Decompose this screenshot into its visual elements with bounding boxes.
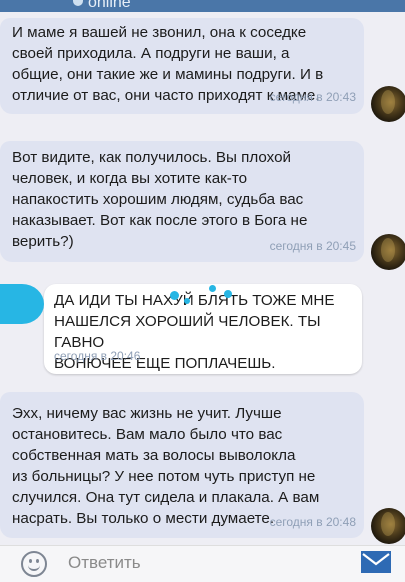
redaction-blob (224, 290, 232, 298)
message-text: Эхх, ничему вас жизнь не учит. Лучше ост… (12, 405, 320, 527)
avatar[interactable] (371, 86, 405, 122)
redaction-blob (209, 285, 216, 292)
android-icon (73, 0, 83, 6)
avatar[interactable] (371, 508, 405, 544)
header-bar: online (0, 0, 405, 12)
outgoing-message[interactable]: ДА ИДИ ТЫ НАХУЙ БЛЯТЬ ТОЖЕ МНЕ НАШЕЛСЯ Х… (44, 284, 362, 374)
incoming-message[interactable]: И маме я вашей не звонил, она к соседке … (0, 18, 364, 114)
message-time: сегодня в 20:46 (54, 349, 141, 363)
envelope-icon (361, 551, 391, 573)
avatar[interactable] (371, 234, 405, 270)
send-icon[interactable] (361, 551, 391, 573)
message-time: сегодня в 20:48 (269, 515, 356, 529)
message-time: сегодня в 20:43 (269, 90, 356, 104)
smile-mouth (28, 563, 40, 571)
incoming-message[interactable]: Вот видите, как получилось. Вы плохой че… (0, 141, 364, 262)
message-time: сегодня в 20:45 (269, 239, 356, 253)
redaction-blob (184, 298, 190, 304)
redaction-blob (170, 291, 179, 300)
reply-input[interactable] (68, 553, 328, 573)
smile-icon[interactable] (21, 551, 47, 577)
online-status: online (88, 0, 131, 11)
redaction-blob (0, 284, 44, 324)
incoming-message[interactable]: Эхх, ничему вас жизнь не учит. Лучше ост… (0, 392, 364, 538)
composer-bar (0, 545, 405, 582)
